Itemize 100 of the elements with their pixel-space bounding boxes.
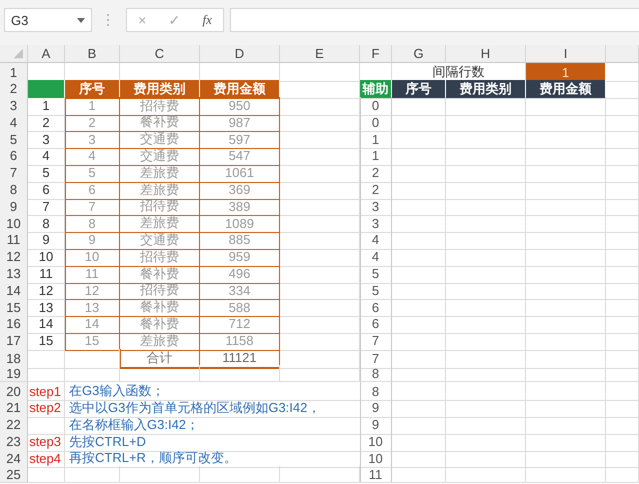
table-cell: 2 (360, 164, 392, 183)
column-header[interactable]: D (200, 45, 280, 63)
table-cell: 招待费 (120, 248, 200, 267)
step-label: step1 (28, 382, 65, 402)
empty-cell (392, 146, 446, 166)
table-cell: 10 (360, 449, 392, 468)
column-header[interactable]: H (446, 45, 526, 63)
empty-cell (606, 248, 639, 267)
empty-cell (606, 432, 639, 452)
table-cell: 餐补费 (120, 298, 200, 318)
step-label: step4 (28, 449, 65, 468)
table-cell: 8 (360, 382, 392, 402)
table-cell: 7 (65, 197, 120, 216)
table-cell: 334 (200, 281, 280, 300)
empty-cell (392, 348, 446, 369)
table-cell: 交通费 (120, 146, 200, 166)
empty-cell (606, 214, 639, 234)
column-header[interactable]: F (360, 45, 392, 63)
empty-cell (606, 130, 639, 150)
column-header[interactable]: G (392, 45, 446, 63)
table-cell: 招待费 (120, 96, 200, 116)
table-cell: 13 (28, 298, 65, 318)
header-cell: 序号 (65, 80, 120, 99)
table-cell: 餐补费 (120, 314, 200, 334)
empty-cell (606, 281, 639, 300)
table-cell: 8 (65, 214, 120, 234)
table-cell: 5 (28, 164, 65, 183)
column-header[interactable]: B (65, 45, 120, 63)
step-label: step3 (28, 432, 65, 452)
table-cell: 15 (65, 332, 120, 351)
formula-bar[interactable] (230, 8, 639, 32)
column-header[interactable]: E (280, 45, 360, 63)
table-cell: 差旅费 (120, 180, 200, 200)
table-cell: 15 (28, 332, 65, 351)
table-cell: 7 (360, 332, 392, 351)
empty-cell (606, 382, 639, 402)
drag-handle-icon[interactable] (106, 13, 110, 27)
table-cell: 5 (360, 264, 392, 284)
empty-cell (606, 449, 639, 468)
table-cell: 547 (200, 146, 280, 166)
table-cell: 987 (200, 113, 280, 132)
empty-cell (606, 197, 639, 216)
table-cell: 1089 (200, 214, 280, 234)
table-cell: 4 (65, 146, 120, 166)
empty-cell (392, 96, 446, 116)
header-cell: 辅助 (360, 80, 392, 99)
column-header[interactable]: I (526, 45, 606, 63)
table-cell: 13 (65, 298, 120, 318)
table-cell: 7 (28, 197, 65, 216)
empty-cell (392, 230, 446, 250)
table-cell: 6 (28, 180, 65, 200)
empty-cell (392, 164, 446, 183)
table-cell: 7 (360, 348, 392, 369)
table-cell: 712 (200, 314, 280, 334)
empty-cell (392, 298, 446, 318)
empty-cell (392, 248, 446, 267)
table-cell: 5 (360, 281, 392, 300)
empty-cell (392, 432, 446, 452)
empty-cell (606, 113, 639, 132)
empty-cell (606, 332, 639, 351)
empty-cell (392, 180, 446, 200)
select-all-icon[interactable] (0, 45, 28, 63)
insert-function-button[interactable]: fx (202, 12, 212, 28)
column-header[interactable]: C (120, 45, 200, 63)
table-cell: 1 (360, 146, 392, 166)
table-cell: 11 (28, 264, 65, 284)
table-cell: 3 (360, 197, 392, 216)
filled-cell (28, 80, 65, 99)
empty-cell (606, 230, 639, 250)
column-header[interactable] (606, 45, 639, 63)
empty-cell (606, 314, 639, 334)
table-cell: 6 (65, 180, 120, 200)
table-cell: 交通费 (120, 130, 200, 150)
table-cell: 0 (360, 96, 392, 116)
table-cell: 950 (200, 96, 280, 116)
empty-cell (392, 113, 446, 132)
column-header[interactable]: A (28, 45, 65, 63)
empty-cell (606, 180, 639, 200)
name-box[interactable]: G3 (4, 8, 92, 32)
table-cell: 10 (65, 248, 120, 267)
caret-icon[interactable] (77, 18, 85, 22)
table-cell: 369 (200, 180, 280, 200)
table-cell: 959 (200, 248, 280, 267)
empty-cell (392, 197, 446, 216)
table-cell: 招待费 (120, 197, 200, 216)
row-header[interactable]: 19 (0, 365, 28, 382)
table-cell: 12 (28, 281, 65, 300)
table-cell: 交通费 (120, 230, 200, 250)
table-cell: 4 (360, 230, 392, 250)
table-cell: 9 (65, 230, 120, 250)
table-cell: 3 (65, 130, 120, 150)
empty-cell (392, 214, 446, 234)
empty-cell (392, 332, 446, 351)
table-cell: 4 (360, 248, 392, 267)
empty-cell (606, 264, 639, 284)
table-cell: 6 (360, 298, 392, 318)
empty-cell (392, 416, 446, 435)
row-header[interactable]: 25 (0, 466, 28, 483)
table-cell: 3 (28, 130, 65, 150)
header-cell: 费用金额 (526, 80, 606, 99)
